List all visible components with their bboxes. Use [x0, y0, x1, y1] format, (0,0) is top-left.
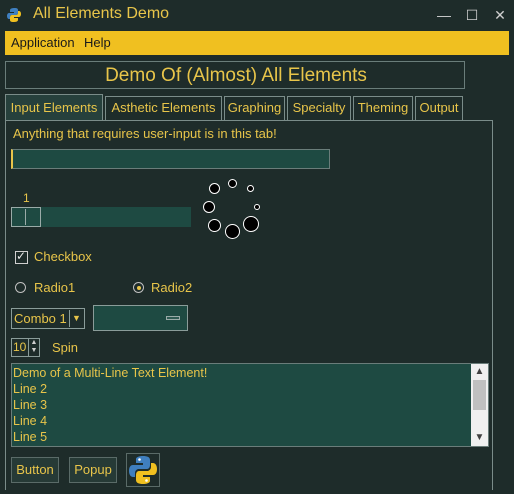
- spin-label: Spin: [52, 340, 79, 355]
- scroll-down-icon[interactable]: ▼: [471, 430, 488, 446]
- radio2-label[interactable]: Radio2: [151, 280, 192, 295]
- multiline-line: Demo of a Multi-Line Text Element!: [13, 366, 208, 380]
- spinner-dot: [208, 219, 221, 232]
- spinner-dot: [228, 179, 237, 188]
- main-title: Demo Of (Almost) All Elements: [105, 65, 367, 86]
- python-logo-icon: [7, 8, 21, 22]
- spinner-dot: [225, 224, 240, 239]
- menu-application[interactable]: Application: [11, 31, 75, 55]
- menubar: Application Help: [5, 31, 509, 55]
- radio1-label[interactable]: Radio1: [34, 280, 75, 295]
- spinner-dot: [247, 185, 254, 192]
- slider-handle[interactable]: [11, 207, 41, 227]
- close-button[interactable]: ✕: [486, 0, 514, 30]
- popup-button[interactable]: Popup: [69, 457, 117, 483]
- multiline-line: Line 3: [13, 398, 48, 412]
- tab-theming[interactable]: Theming: [353, 96, 413, 120]
- checkmark-icon: ✓: [16, 249, 27, 263]
- scroll-thumb[interactable]: [473, 380, 486, 410]
- combo-value[interactable]: Combo 1: [14, 311, 67, 326]
- radio-selected-dot: [137, 286, 141, 290]
- tab-asthetic-elements[interactable]: Asthetic Elements: [105, 96, 222, 120]
- spinner-dot: [254, 204, 260, 210]
- tab-input-elements[interactable]: Input Elements: [5, 94, 103, 120]
- slider-handle-grip: [25, 209, 26, 225]
- radio1-button[interactable]: [15, 282, 26, 293]
- menu-help[interactable]: Help: [84, 31, 111, 55]
- tab-description: Anything that requires user-input is in …: [13, 126, 277, 141]
- checkbox-label[interactable]: Checkbox: [34, 249, 92, 264]
- multiline-line: Line 4: [13, 414, 48, 428]
- tab-specialty[interactable]: Specialty: [287, 96, 351, 120]
- spin-down-icon[interactable]: ▼: [29, 347, 39, 355]
- spinner-dot: [203, 201, 215, 213]
- chevron-down-icon[interactable]: ▼: [69, 310, 83, 327]
- image-button[interactable]: [126, 453, 160, 487]
- slider-value: 1: [23, 191, 30, 205]
- spin-value[interactable]: 10: [13, 340, 26, 354]
- tab-graphing[interactable]: Graphing: [224, 96, 285, 120]
- window-title: All Elements Demo: [33, 5, 170, 22]
- tab-output[interactable]: Output: [415, 96, 463, 120]
- spin-up-icon[interactable]: ▲: [29, 339, 39, 347]
- spinner-dot: [209, 183, 220, 194]
- option-menu-indicator: [166, 316, 180, 320]
- scroll-up-icon[interactable]: ▲: [471, 364, 488, 380]
- main-title-box: Demo Of (Almost) All Elements: [5, 61, 465, 89]
- text-input[interactable]: [11, 149, 330, 169]
- minimize-button[interactable]: —: [430, 0, 458, 30]
- multiline-line: Line 2: [13, 382, 48, 396]
- multiline-line: Line 5: [13, 430, 48, 444]
- spin-arrows[interactable]: ▲ ▼: [28, 339, 39, 356]
- spinner-dot: [243, 216, 259, 232]
- maximize-button[interactable]: ☐: [458, 0, 486, 30]
- button-button[interactable]: Button: [11, 457, 59, 483]
- python-logo-icon: [129, 456, 157, 484]
